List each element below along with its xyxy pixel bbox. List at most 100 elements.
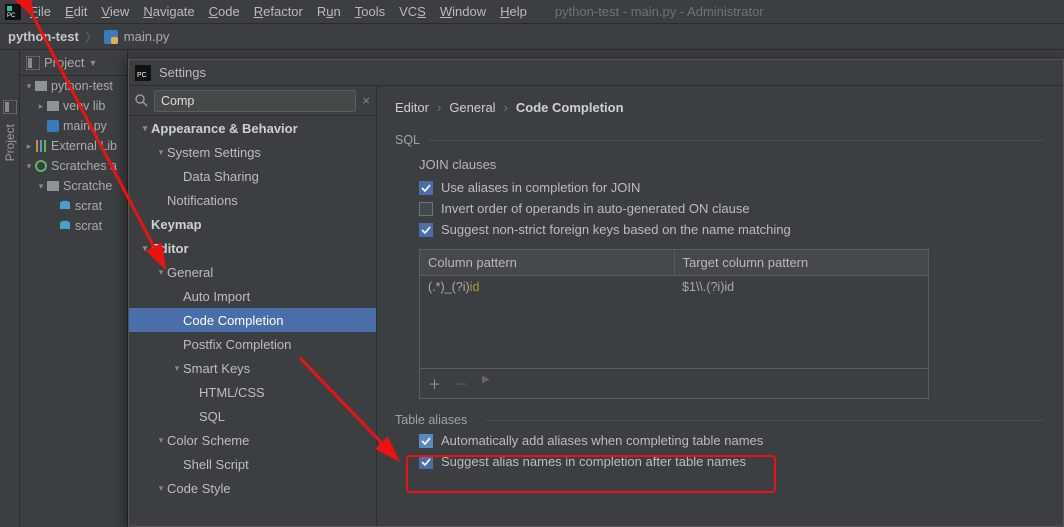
tree-arrow-icon: ▾ — [155, 435, 167, 446]
tree-row[interactable]: ▾Scratches a — [20, 156, 127, 176]
menu-file[interactable]: File — [24, 2, 57, 21]
clear-search-icon[interactable]: × — [362, 93, 370, 108]
library-icon — [34, 139, 48, 153]
settings-titlebar: PC Settings — [129, 60, 1063, 86]
settings-main: Editor › General › Code Completion SQL J… — [377, 86, 1063, 526]
search-icon — [135, 94, 148, 107]
project-tree: ▾python-test ▸venv lib main.py ▸External… — [20, 76, 127, 236]
settings-nav-item[interactable]: Notifications — [129, 188, 376, 212]
settings-nav-item[interactable]: ▾System Settings — [129, 140, 376, 164]
project-view-dropdown-icon[interactable]: ▼ — [88, 58, 97, 68]
left-gutter: Project — [0, 50, 20, 527]
checkbox-label: Automatically add aliases when completin… — [441, 433, 763, 448]
sql-section-header: SQL — [395, 133, 1045, 147]
bc-general[interactable]: General — [449, 100, 495, 115]
settings-logo-icon: PC — [135, 65, 151, 81]
svg-text:PC: PC — [7, 13, 16, 19]
settings-nav-item[interactable]: Keymap — [129, 212, 376, 236]
python-file-icon — [104, 30, 118, 44]
add-row-button[interactable]: ＋ — [428, 374, 441, 393]
tree-row[interactable]: ▸venv lib — [20, 96, 127, 116]
settings-nav-item[interactable]: ▾Smart Keys — [129, 356, 376, 380]
settings-nav-item[interactable]: Code Completion — [129, 308, 376, 332]
nav-item-label: Editor — [151, 241, 189, 256]
nav-item-label: Auto Import — [183, 289, 250, 304]
settings-nav: × ▾Appearance & Behavior▾System Settings… — [129, 86, 377, 526]
settings-nav-item[interactable]: SQL — [129, 404, 376, 428]
settings-nav-item[interactable]: Data Sharing — [129, 164, 376, 188]
tree-arrow-icon: ▾ — [155, 147, 167, 158]
nav-item-label: General — [167, 265, 213, 280]
crumb-project[interactable]: python-test — [8, 29, 79, 44]
settings-nav-item[interactable]: HTML/CSS — [129, 380, 376, 404]
bc-editor[interactable]: Editor — [395, 100, 429, 115]
tree-arrow-icon: ▾ — [171, 363, 183, 374]
main-menu-bar: PC File Edit View Navigate Code Refactor… — [0, 0, 1064, 24]
settings-nav-item[interactable]: ▾Appearance & Behavior — [129, 116, 376, 140]
menu-edit[interactable]: Edit — [59, 2, 93, 21]
project-tool-tab[interactable]: Project — [3, 120, 17, 165]
col-header-pattern: Column pattern — [420, 250, 675, 275]
checkbox-suggest-foreign-keys[interactable]: Suggest non-strict foreign keys based on… — [419, 222, 1045, 237]
checkbox-invert-operands[interactable]: Invert order of operands in auto-generat… — [419, 201, 1045, 216]
tree-row[interactable]: main.py — [20, 116, 127, 136]
settings-search-input[interactable] — [154, 90, 356, 112]
nav-item-label: Color Scheme — [167, 433, 249, 448]
col-header-target: Target column pattern — [675, 250, 929, 275]
menu-vcs[interactable]: VCS — [393, 2, 432, 21]
project-header-icon — [26, 56, 40, 70]
checkbox-label: Invert order of operands in auto-generat… — [441, 201, 750, 216]
settings-nav-item[interactable]: Auto Import — [129, 284, 376, 308]
settings-nav-item[interactable]: Postfix Completion — [129, 332, 376, 356]
project-header-label: Project — [44, 55, 84, 70]
tree-row[interactable]: scrat — [20, 196, 127, 216]
settings-title: Settings — [159, 65, 206, 80]
tree-arrow-icon: ▾ — [139, 243, 151, 254]
nav-item-label: Shell Script — [183, 457, 249, 472]
checkbox-icon — [419, 223, 433, 237]
nav-item-label: Keymap — [151, 217, 202, 232]
settings-nav-item[interactable]: ▾General — [129, 260, 376, 284]
checkbox-label: Use aliases in completion for JOIN — [441, 180, 640, 195]
checkbox-icon — [419, 202, 433, 216]
project-tool-header[interactable]: Project ▼ — [20, 50, 127, 76]
editor-breadcrumb: python-test 〉 main.py — [0, 24, 1064, 50]
db-file-icon — [58, 199, 72, 213]
menu-tools[interactable]: Tools — [349, 2, 391, 21]
nav-item-label: System Settings — [167, 145, 261, 160]
settings-nav-item[interactable]: ▾Color Scheme — [129, 428, 376, 452]
menu-view[interactable]: View — [95, 2, 135, 21]
nav-item-label: Postfix Completion — [183, 337, 291, 352]
checkbox-suggest-alias-names[interactable]: Suggest alias names in completion after … — [419, 454, 1045, 469]
nav-item-label: Code Completion — [183, 313, 283, 328]
tree-row[interactable]: ▸External Lib — [20, 136, 127, 156]
folder-icon — [34, 79, 48, 93]
crumb-file[interactable]: main.py — [124, 29, 170, 44]
checkbox-icon — [419, 455, 433, 469]
run-pattern-button[interactable]: ▶ — [482, 374, 490, 393]
menu-help[interactable]: Help — [494, 2, 533, 21]
menu-navigate[interactable]: Navigate — [137, 2, 200, 21]
remove-row-button[interactable]: － — [455, 374, 468, 393]
nav-item-label: HTML/CSS — [199, 385, 265, 400]
app-logo-icon: PC — [4, 3, 22, 21]
crumb-separator-icon: 〉 — [85, 27, 98, 46]
checkbox-auto-add-aliases[interactable]: Automatically add aliases when completin… — [419, 433, 1045, 448]
tree-row[interactable]: ▾Scratche — [20, 176, 127, 196]
db-file-icon — [58, 219, 72, 233]
menu-refactor[interactable]: Refactor — [248, 2, 309, 21]
menu-run[interactable]: Run — [311, 2, 347, 21]
checkbox-icon — [419, 434, 433, 448]
checkbox-use-aliases-join[interactable]: Use aliases in completion for JOIN — [419, 180, 1045, 195]
menu-window[interactable]: Window — [434, 2, 492, 21]
checkbox-icon — [419, 181, 433, 195]
settings-nav-item[interactable]: ▾Editor — [129, 236, 376, 260]
tree-row[interactable]: scrat — [20, 216, 127, 236]
menu-code[interactable]: Code — [203, 2, 246, 21]
settings-nav-item[interactable]: Shell Script — [129, 452, 376, 476]
project-tool-icon[interactable] — [3, 100, 17, 114]
settings-nav-item[interactable]: ▾Code Style — [129, 476, 376, 500]
table-row[interactable]: (.*)_(?i)id $1\\.(?i)id — [420, 276, 928, 298]
tree-row[interactable]: ▾python-test — [20, 76, 127, 96]
cell-pattern: (.*)_(?i)id — [420, 276, 674, 298]
